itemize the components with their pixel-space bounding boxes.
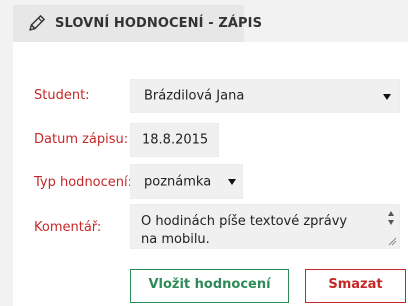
comment-value: O hodinách píše textové zprávy na mobilu… bbox=[141, 214, 348, 247]
page-title: SLOVNÍ HODNOCENÍ - ZÁPIS bbox=[55, 16, 263, 31]
type-select[interactable]: poznámka bbox=[130, 164, 243, 199]
date-label: Datum zápisu: bbox=[34, 132, 129, 147]
section-tab: SLOVNÍ HODNOCENÍ - ZÁPIS bbox=[13, 5, 262, 42]
chevron-down-icon bbox=[383, 94, 391, 100]
student-value: Brázdilová Jana bbox=[144, 88, 245, 104]
chevron-down-icon bbox=[228, 179, 236, 185]
type-value: poznámka bbox=[144, 174, 212, 189]
date-field[interactable]: 18.8.2015 bbox=[130, 123, 219, 157]
resize-handle-icon[interactable] bbox=[387, 236, 397, 246]
date-value: 18.8.2015 bbox=[142, 132, 209, 148]
student-select[interactable]: Brázdilová Jana bbox=[130, 79, 400, 113]
scroll-up-icon[interactable] bbox=[388, 211, 394, 216]
comment-label: Komentář: bbox=[34, 220, 102, 235]
student-label: Student: bbox=[34, 88, 90, 103]
delete-button[interactable]: Smazat bbox=[305, 269, 406, 303]
pencil-icon bbox=[29, 14, 46, 31]
scroll-down-icon[interactable] bbox=[388, 220, 394, 225]
submit-rating-button[interactable]: Vložit hodnocení bbox=[130, 269, 289, 303]
type-label: Typ hodnocení: bbox=[34, 175, 133, 190]
comment-textarea[interactable]: O hodinách píše textové zprávy na mobilu… bbox=[130, 204, 400, 249]
